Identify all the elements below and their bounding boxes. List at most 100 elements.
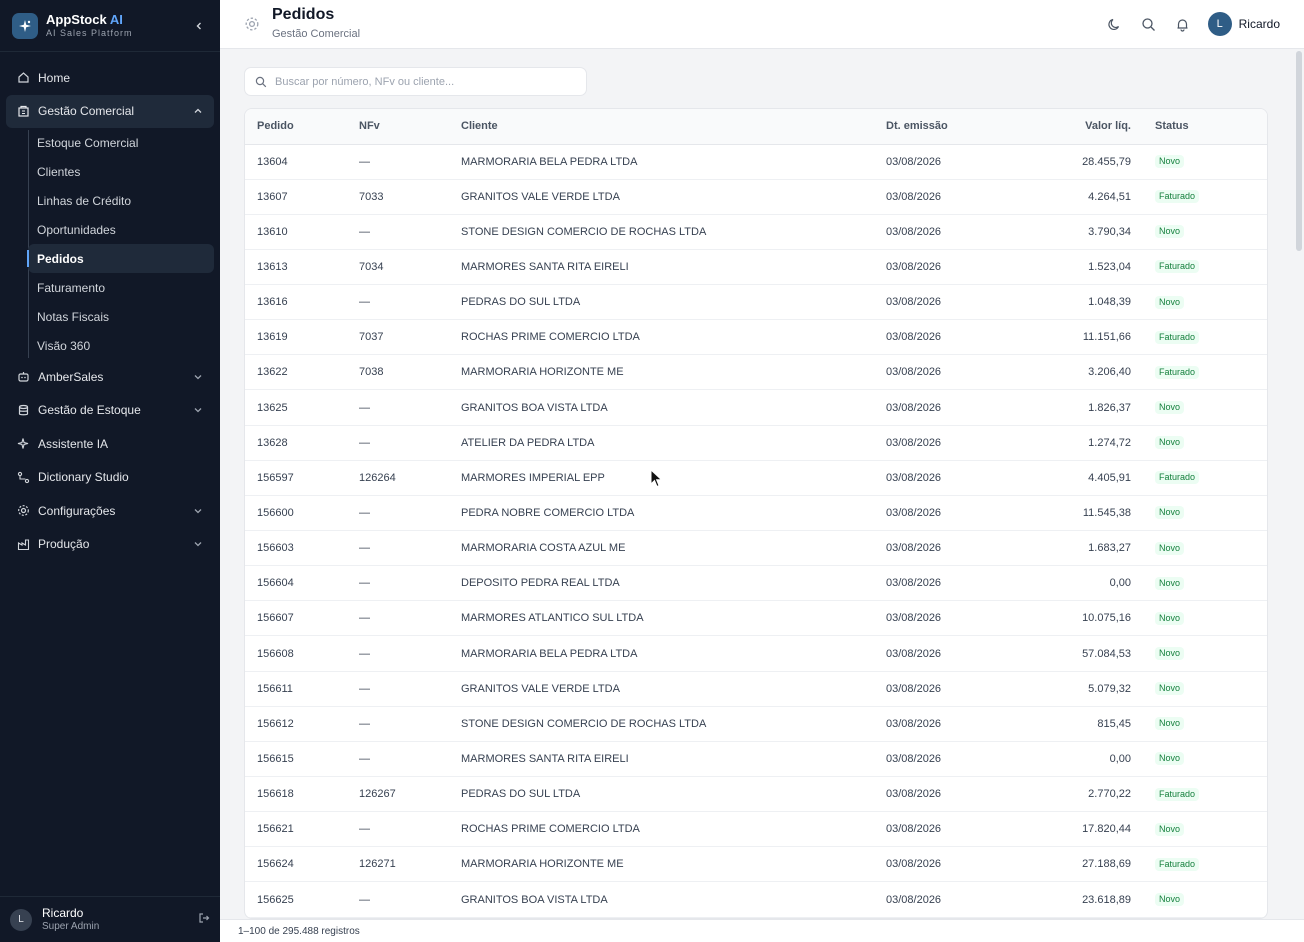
cell-valor-liq: 1.048,39 xyxy=(1014,284,1143,321)
robot-icon xyxy=(16,370,30,384)
sidebar-subitem-linhas-de-credito[interactable]: Linhas de Crédito xyxy=(28,186,214,215)
table-row[interactable]: 156603— MARMORARIA COSTA AZUL ME 03/08/202… xyxy=(245,530,1267,567)
table-row[interactable]: 156621— ROCHAS PRIME COMERCIO LTDA 03/08/2… xyxy=(245,811,1267,848)
avatar[interactable]: L xyxy=(10,908,32,931)
cell-cliente: ROCHAS PRIME COMERCIO LTDA xyxy=(449,811,874,848)
table-header-row: Pedido NFv Cliente Dt. emissão Valor líq… xyxy=(245,109,1267,145)
sidebar-item-gestao-de-estoque[interactable]: Gestão de Estoque xyxy=(0,394,220,428)
cell-valor-liq: 0,00 xyxy=(1014,565,1143,602)
table-row[interactable]: 13607 7033 GRANITOS VALE VERDE LTDA 03/08/2… xyxy=(245,179,1267,215)
table-row[interactable]: 13616— PEDRAS DO SUL LTDA 03/08/2026 1.048,… xyxy=(245,284,1267,321)
table-row[interactable]: 156625— GRANITOS BOA VISTA LTDA 03/08/2026… xyxy=(245,881,1267,918)
status-badge: Faturado xyxy=(1155,365,1200,379)
column-header-status[interactable]: Status xyxy=(1143,109,1267,145)
table-row[interactable]: 156608— MARMORARIA BELA PEDRA LTDA 03/08/2… xyxy=(245,635,1267,672)
notifications-button[interactable] xyxy=(1166,7,1200,41)
header-user-menu[interactable]: L Ricardo xyxy=(1207,12,1280,36)
cell-pedido: 156611 xyxy=(245,671,347,707)
cell-valor-liq: 2.770,22 xyxy=(1014,776,1143,813)
column-header-dt-emissao[interactable]: Dt. emissão xyxy=(874,109,1014,145)
cell-cliente: MARMORARIA HORIZONTE ME xyxy=(449,354,874,391)
chevron-left-icon xyxy=(196,22,201,29)
cell-dt-emissao: 03/08/2026 xyxy=(874,495,1014,532)
table-row[interactable]: 13628— ATELIER DA PEDRA LTDA 03/08/2026 1.2… xyxy=(245,425,1267,461)
cell-nfv: — xyxy=(347,635,449,672)
table-row[interactable]: 13619 7037 ROCHAS PRIME COMERCIO LTDA 03/08… xyxy=(245,319,1267,356)
user-name: Ricardo xyxy=(42,906,84,920)
table-row[interactable]: 13613 7034 MARMORES SANTA RITA EIRELI 03/08… xyxy=(245,249,1267,286)
table-row[interactable]: 156612— STONE DESIGN COMERCIO DE ROCHAS L… xyxy=(245,706,1267,742)
status-badge: Faturado xyxy=(1155,330,1200,344)
sidebar-subitem-visao-360[interactable]: Visão 360 xyxy=(28,331,214,360)
cell-cliente: PEDRAS DO SUL LTDA xyxy=(449,284,874,321)
table-row[interactable]: 156611— GRANITOS VALE VERDE LTDA 03/08/202… xyxy=(245,671,1267,707)
orders-table: Pedido NFv Cliente Dt. emissão Valor líq… xyxy=(244,108,1268,919)
sidebar-item-home[interactable]: Home xyxy=(0,61,220,95)
sidebar-nav: Home Gestão Comercial Estoque Comercial … xyxy=(0,52,220,561)
table-row[interactable]: 156600— PEDRA NOBRE COMERCIO LTDA 03/08/20… xyxy=(245,495,1267,532)
cell-status: Faturado xyxy=(1143,354,1267,391)
scrollbar[interactable] xyxy=(1294,49,1304,919)
theme-toggle-button[interactable] xyxy=(1098,7,1132,41)
cell-dt-emissao: 03/08/2026 xyxy=(874,635,1014,672)
table-row[interactable]: 156615— MARMORES SANTA RITA EIRELI 03/08/2… xyxy=(245,741,1267,778)
sidebar-item-producao[interactable]: Produção xyxy=(0,528,220,562)
table-row[interactable]: 13622 7038 MARMORARIA HORIZONTE ME 03/08/20… xyxy=(245,354,1267,391)
cell-nfv: — xyxy=(347,811,449,848)
status-badge: Novo xyxy=(1155,225,1185,239)
sidebar-item-dictionary-studio[interactable]: Dictionary Studio xyxy=(0,461,220,495)
cell-status: Novo xyxy=(1143,635,1267,672)
sidebar-subitem-oportunidades[interactable]: Oportunidades xyxy=(28,215,214,244)
search-input[interactable] xyxy=(275,75,576,88)
table-row[interactable]: 13604— MARMORARIA BELA PEDRA LTDA 03/08/20… xyxy=(245,144,1267,180)
column-header-pedido[interactable]: Pedido xyxy=(245,109,347,145)
home-icon xyxy=(16,71,30,85)
cell-pedido: 156615 xyxy=(245,741,347,778)
cell-cliente: GRANITOS VALE VERDE LTDA xyxy=(449,179,874,215)
table-row[interactable]: 156624 126271 MARMORARIA HORIZONTE ME 03/08… xyxy=(245,846,1267,883)
cell-valor-liq: 3.790,34 xyxy=(1014,214,1143,250)
cell-nfv: 7034 xyxy=(347,249,449,286)
collapse-sidebar-button[interactable] xyxy=(190,17,208,35)
search-icon xyxy=(255,76,267,88)
table-row[interactable]: 13625— GRANITOS BOA VISTA LTDA 03/08/2026 1… xyxy=(245,389,1267,426)
table-row[interactable]: 156607— MARMORES ATLANTICO SUL LTDA 03/08/… xyxy=(245,600,1267,637)
search-button[interactable] xyxy=(1132,7,1166,41)
sidebar-item-assistente-ia[interactable]: Assistente IA xyxy=(0,427,220,461)
cell-status: Novo xyxy=(1143,425,1267,461)
sidebar-item-ambersales[interactable]: AmberSales xyxy=(0,360,220,394)
search-box[interactable] xyxy=(244,67,587,96)
status-badge: Novo xyxy=(1155,155,1185,169)
cell-dt-emissao: 03/08/2026 xyxy=(874,319,1014,356)
search-icon xyxy=(1142,17,1156,31)
cell-pedido: 156612 xyxy=(245,706,347,742)
column-header-nfv[interactable]: NFv xyxy=(347,109,449,145)
sidebar-subitem-pedidos[interactable]: Pedidos xyxy=(27,244,214,273)
column-header-cliente[interactable]: Cliente xyxy=(449,109,874,145)
cell-dt-emissao: 03/08/2026 xyxy=(874,811,1014,848)
gear-icon[interactable] xyxy=(244,16,260,32)
bell-icon xyxy=(1177,18,1188,32)
sidebar-item-configuracoes[interactable]: Configurações xyxy=(0,494,220,528)
sidebar-item-label: Home xyxy=(38,70,71,85)
sidebar-item-gestao-comercial[interactable]: Gestão Comercial xyxy=(6,94,214,128)
scrollbar-thumb[interactable] xyxy=(1296,51,1302,251)
cell-cliente: GRANITOS VALE VERDE LTDA xyxy=(449,671,874,707)
cell-status: Novo xyxy=(1143,706,1267,742)
table-row[interactable]: 156597 126264 MARMORES IMPERIAL EPP 03/08/2… xyxy=(245,460,1267,496)
sidebar-subitem-notas-fiscais[interactable]: Notas Fiscais xyxy=(28,302,214,331)
brand: AppStock AI AI Sales Platform xyxy=(0,0,220,52)
table-row[interactable]: 13610— STONE DESIGN COMERCIO DE ROCHAS LT… xyxy=(245,214,1267,250)
table-row[interactable]: 156604— DEPOSITO PEDRA REAL LTDA 03/08/202… xyxy=(245,565,1267,602)
logout-icon[interactable] xyxy=(198,912,210,927)
cell-nfv: — xyxy=(347,214,449,250)
status-badge: Novo xyxy=(1155,752,1185,766)
column-header-valor-liq[interactable]: Valor líq. xyxy=(1014,109,1143,145)
cell-nfv: — xyxy=(347,671,449,707)
sidebar-subitem-estoque-comercial[interactable]: Estoque Comercial xyxy=(28,128,214,157)
cell-nfv: — xyxy=(347,495,449,532)
table-row[interactable]: 156618 126267 PEDRAS DO SUL LTDA 03/08/2026… xyxy=(245,776,1267,813)
sidebar-subitem-faturamento[interactable]: Faturamento xyxy=(28,273,214,302)
sidebar-subitem-clientes[interactable]: Clientes xyxy=(28,157,214,186)
cell-dt-emissao: 03/08/2026 xyxy=(874,565,1014,602)
